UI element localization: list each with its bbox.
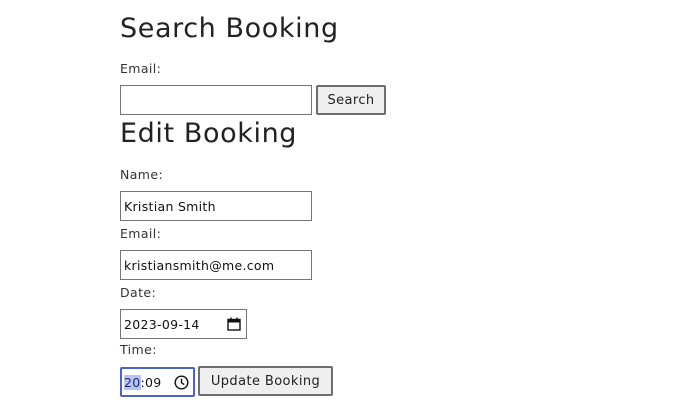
date-input[interactable]: 2023-09-14: [120, 309, 247, 339]
time-hour-segment[interactable]: 20: [124, 374, 141, 390]
date-label: Date:: [120, 285, 157, 300]
edit-email-label: Email:: [120, 226, 162, 241]
clock-icon[interactable]: [173, 374, 189, 390]
time-minute-segment[interactable]: 09: [145, 375, 162, 390]
edit-booking-heading: Edit Booking: [120, 118, 298, 149]
update-booking-button[interactable]: Update Booking: [198, 366, 333, 396]
date-value: 2023-09-14: [124, 316, 200, 332]
time-label: Time:: [120, 342, 157, 357]
search-email-label: Email:: [120, 61, 162, 76]
search-booking-heading: Search Booking: [120, 13, 339, 44]
search-button[interactable]: Search: [316, 85, 386, 115]
edit-email-input[interactable]: kristiansmith@me.com: [120, 250, 312, 280]
search-email-input[interactable]: [120, 85, 312, 115]
name-label: Name:: [120, 167, 164, 182]
calendar-icon[interactable]: [226, 316, 242, 332]
time-input[interactable]: 20:09: [120, 367, 195, 397]
name-input[interactable]: Kristian Smith: [120, 191, 312, 221]
booking-page: Search Booking Email: Search Edit Bookin…: [0, 0, 676, 412]
